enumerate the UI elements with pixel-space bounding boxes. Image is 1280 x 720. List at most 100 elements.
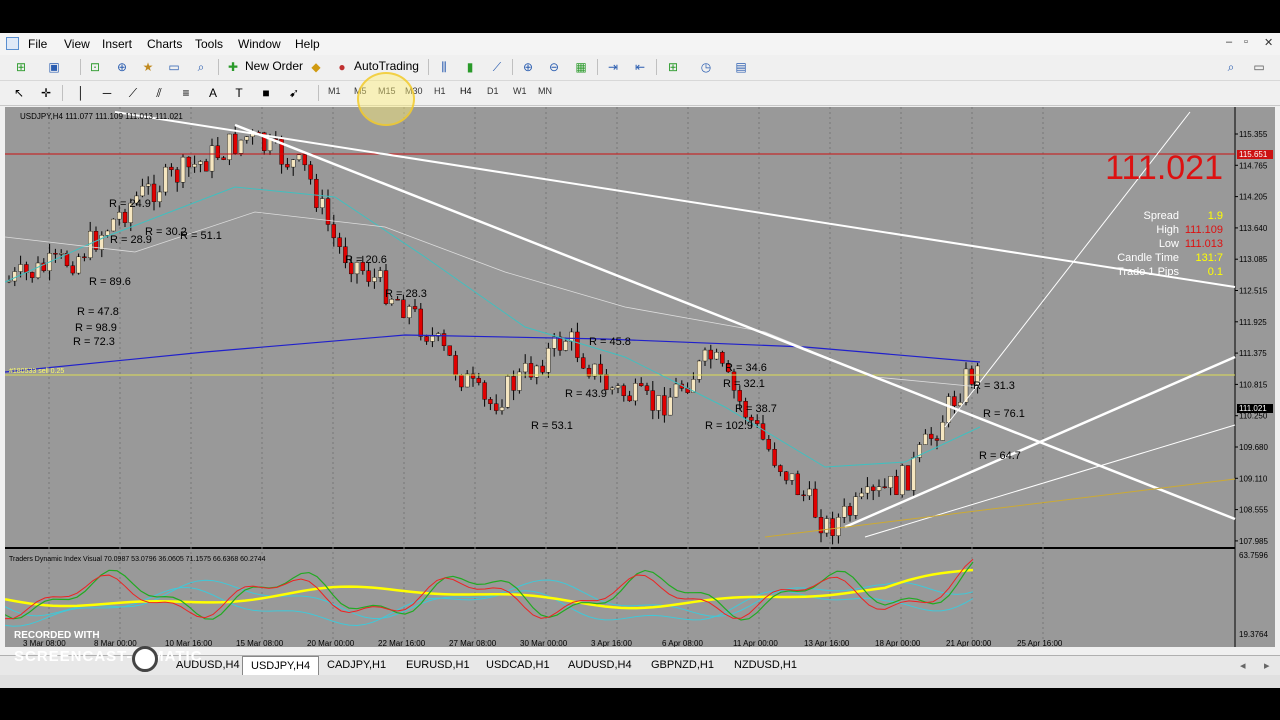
- candle-body: [232, 133, 238, 154]
- candle-body: [882, 486, 887, 488]
- time-axis: 3 Mar 08:00 8 Mar 00:00 10 Mar 16:00 15 Mar…: [23, 639, 1063, 648]
- candle-body: [18, 264, 23, 272]
- candle-body: [482, 382, 487, 400]
- candle-body: [592, 363, 597, 377]
- autotrading-icon[interactable]: ●: [333, 59, 351, 75]
- timeframe-w1[interactable]: W1: [513, 86, 527, 96]
- tab-gbpnzd-h1[interactable]: GBPNZD,H1: [651, 659, 714, 671]
- line-chart-icon[interactable]: ⟋: [488, 59, 506, 75]
- separator: [656, 59, 657, 75]
- r-label: R = 53.1: [531, 420, 573, 432]
- candle-body: [581, 357, 586, 369]
- tab-scroll-left-icon[interactable]: ◂: [1240, 659, 1246, 672]
- chart-window[interactable]: R = 89.6 R = 72.3 R = 98.9 R = 47.8 R = 24.9…: [4, 107, 1275, 648]
- price-axis-label: 107.985: [1239, 537, 1268, 546]
- watermark-line1: RECORDED WITH: [14, 630, 100, 641]
- restore-icon[interactable]: ▫: [1244, 36, 1248, 48]
- candle-body: [198, 161, 203, 165]
- candle-body: [639, 383, 644, 386]
- market-watch-icon[interactable]: ⊡: [86, 59, 104, 75]
- indicators-icon[interactable]: ⊞: [664, 59, 682, 75]
- menu-file[interactable]: File: [28, 37, 47, 51]
- tab-nzdusd-h1[interactable]: NZDUSD,H1: [734, 659, 797, 671]
- candle-body: [505, 376, 510, 408]
- zoom-in-icon[interactable]: ⊕: [519, 59, 537, 75]
- candle-body: [476, 378, 481, 383]
- candle-body: [923, 433, 928, 445]
- candle-body: [82, 256, 87, 259]
- periods-icon[interactable]: ◷: [697, 59, 715, 75]
- horizontal-line-icon[interactable]: ─: [98, 85, 116, 101]
- fibonacci-icon[interactable]: ≡: [177, 85, 195, 101]
- order-label: #180533 sell 0.25: [9, 368, 64, 375]
- candle-body: [140, 185, 145, 197]
- candle-body: [789, 473, 795, 481]
- timeframe-h4[interactable]: H4: [460, 86, 472, 96]
- menu-charts[interactable]: Charts: [147, 37, 182, 51]
- menu-insert[interactable]: Insert: [102, 37, 132, 51]
- terminal-icon[interactable]: ▭: [165, 59, 183, 75]
- candle-body: [876, 486, 882, 491]
- chat-icon[interactable]: ▭: [1250, 59, 1268, 75]
- timeframe-h1[interactable]: H1: [434, 86, 446, 96]
- menu-window[interactable]: Window: [238, 37, 281, 51]
- r-label: R = 51.1: [180, 230, 222, 242]
- candle-body: [842, 506, 847, 518]
- shapes-icon[interactable]: ■: [257, 85, 275, 101]
- templates-icon[interactable]: ▤: [732, 59, 750, 75]
- candle-body: [714, 352, 719, 360]
- r-label: R = 31.3: [973, 380, 1015, 392]
- crosshair-icon[interactable]: ✛: [37, 85, 55, 101]
- menu-help[interactable]: Help: [295, 37, 320, 51]
- data-window-icon[interactable]: ⊕: [113, 59, 131, 75]
- timeframe-m1[interactable]: M1: [328, 86, 341, 96]
- arrows-icon[interactable]: ➹: [285, 85, 303, 101]
- tab-audusd-h4[interactable]: AUDUSD,H4: [568, 659, 632, 671]
- timeframe-d1[interactable]: D1: [487, 86, 499, 96]
- menu-view[interactable]: View: [64, 37, 90, 51]
- info-candle-time-value: 131:7: [1195, 252, 1223, 264]
- metaeditor-icon[interactable]: ◆: [307, 59, 325, 75]
- new-order-button[interactable]: New Order: [245, 59, 303, 73]
- close-icon[interactable]: ✕: [1264, 36, 1273, 49]
- minimize-icon[interactable]: –: [1226, 36, 1232, 48]
- profiles-icon[interactable]: ▣: [45, 59, 63, 75]
- tab-scroll-right-icon[interactable]: ▸: [1264, 659, 1270, 672]
- time-axis-label: 30 Mar 00:00: [520, 639, 568, 647]
- time-axis-label: 10 Mar 16:00: [165, 639, 213, 647]
- price-chart[interactable]: R = 89.6 R = 72.3 R = 98.9 R = 47.8 R = 24.9…: [4, 107, 1275, 648]
- r-label: R = 45.8: [589, 336, 631, 348]
- channel-icon[interactable]: ⫽: [150, 85, 168, 101]
- new-chart-icon[interactable]: ⊞: [12, 59, 30, 75]
- candle-body: [215, 145, 221, 158]
- autotrading-button[interactable]: AutoTrading: [354, 59, 419, 73]
- search-icon[interactable]: ⌕: [1222, 59, 1240, 75]
- zoom-out-icon[interactable]: ⊖: [545, 59, 563, 75]
- candlestick-icon[interactable]: ▮: [461, 59, 479, 75]
- new-order-icon[interactable]: ✚: [224, 59, 242, 75]
- cursor-icon[interactable]: ↖: [10, 85, 28, 101]
- timeframe-mn[interactable]: MN: [538, 86, 552, 96]
- candle-body: [865, 486, 870, 494]
- tab-usdcad-h1[interactable]: USDCAD,H1: [486, 659, 550, 671]
- auto-scroll-icon[interactable]: ⇥: [604, 59, 622, 75]
- r-label: R = 102.9: [705, 420, 753, 432]
- text-icon[interactable]: A: [204, 85, 222, 101]
- text-label-icon[interactable]: T: [230, 85, 248, 101]
- candle-body: [308, 164, 313, 180]
- strategy-tester-icon[interactable]: ⌕: [192, 59, 210, 75]
- r-label: R = 98.9: [75, 322, 117, 334]
- price-axis-label: 114.765: [1239, 161, 1268, 170]
- vertical-line-icon[interactable]: │: [72, 85, 90, 101]
- trendline-icon[interactable]: ⟋: [124, 85, 142, 101]
- tile-windows-icon[interactable]: ▦: [572, 59, 590, 75]
- price-axis-label: 108.555: [1239, 506, 1268, 515]
- bar-chart-icon[interactable]: ⫼: [435, 59, 453, 75]
- r-label: R = 32.1: [723, 378, 765, 390]
- tab-eurusd-h1[interactable]: EURUSD,H1: [406, 659, 470, 671]
- tab-usdjpy-h4[interactable]: USDJPY,H4: [242, 656, 320, 675]
- navigator-icon[interactable]: ★: [139, 59, 157, 75]
- tab-cadjpy-h1[interactable]: CADJPY,H1: [327, 659, 386, 671]
- chart-shift-icon[interactable]: ⇤: [631, 59, 649, 75]
- menu-tools[interactable]: Tools: [195, 37, 223, 51]
